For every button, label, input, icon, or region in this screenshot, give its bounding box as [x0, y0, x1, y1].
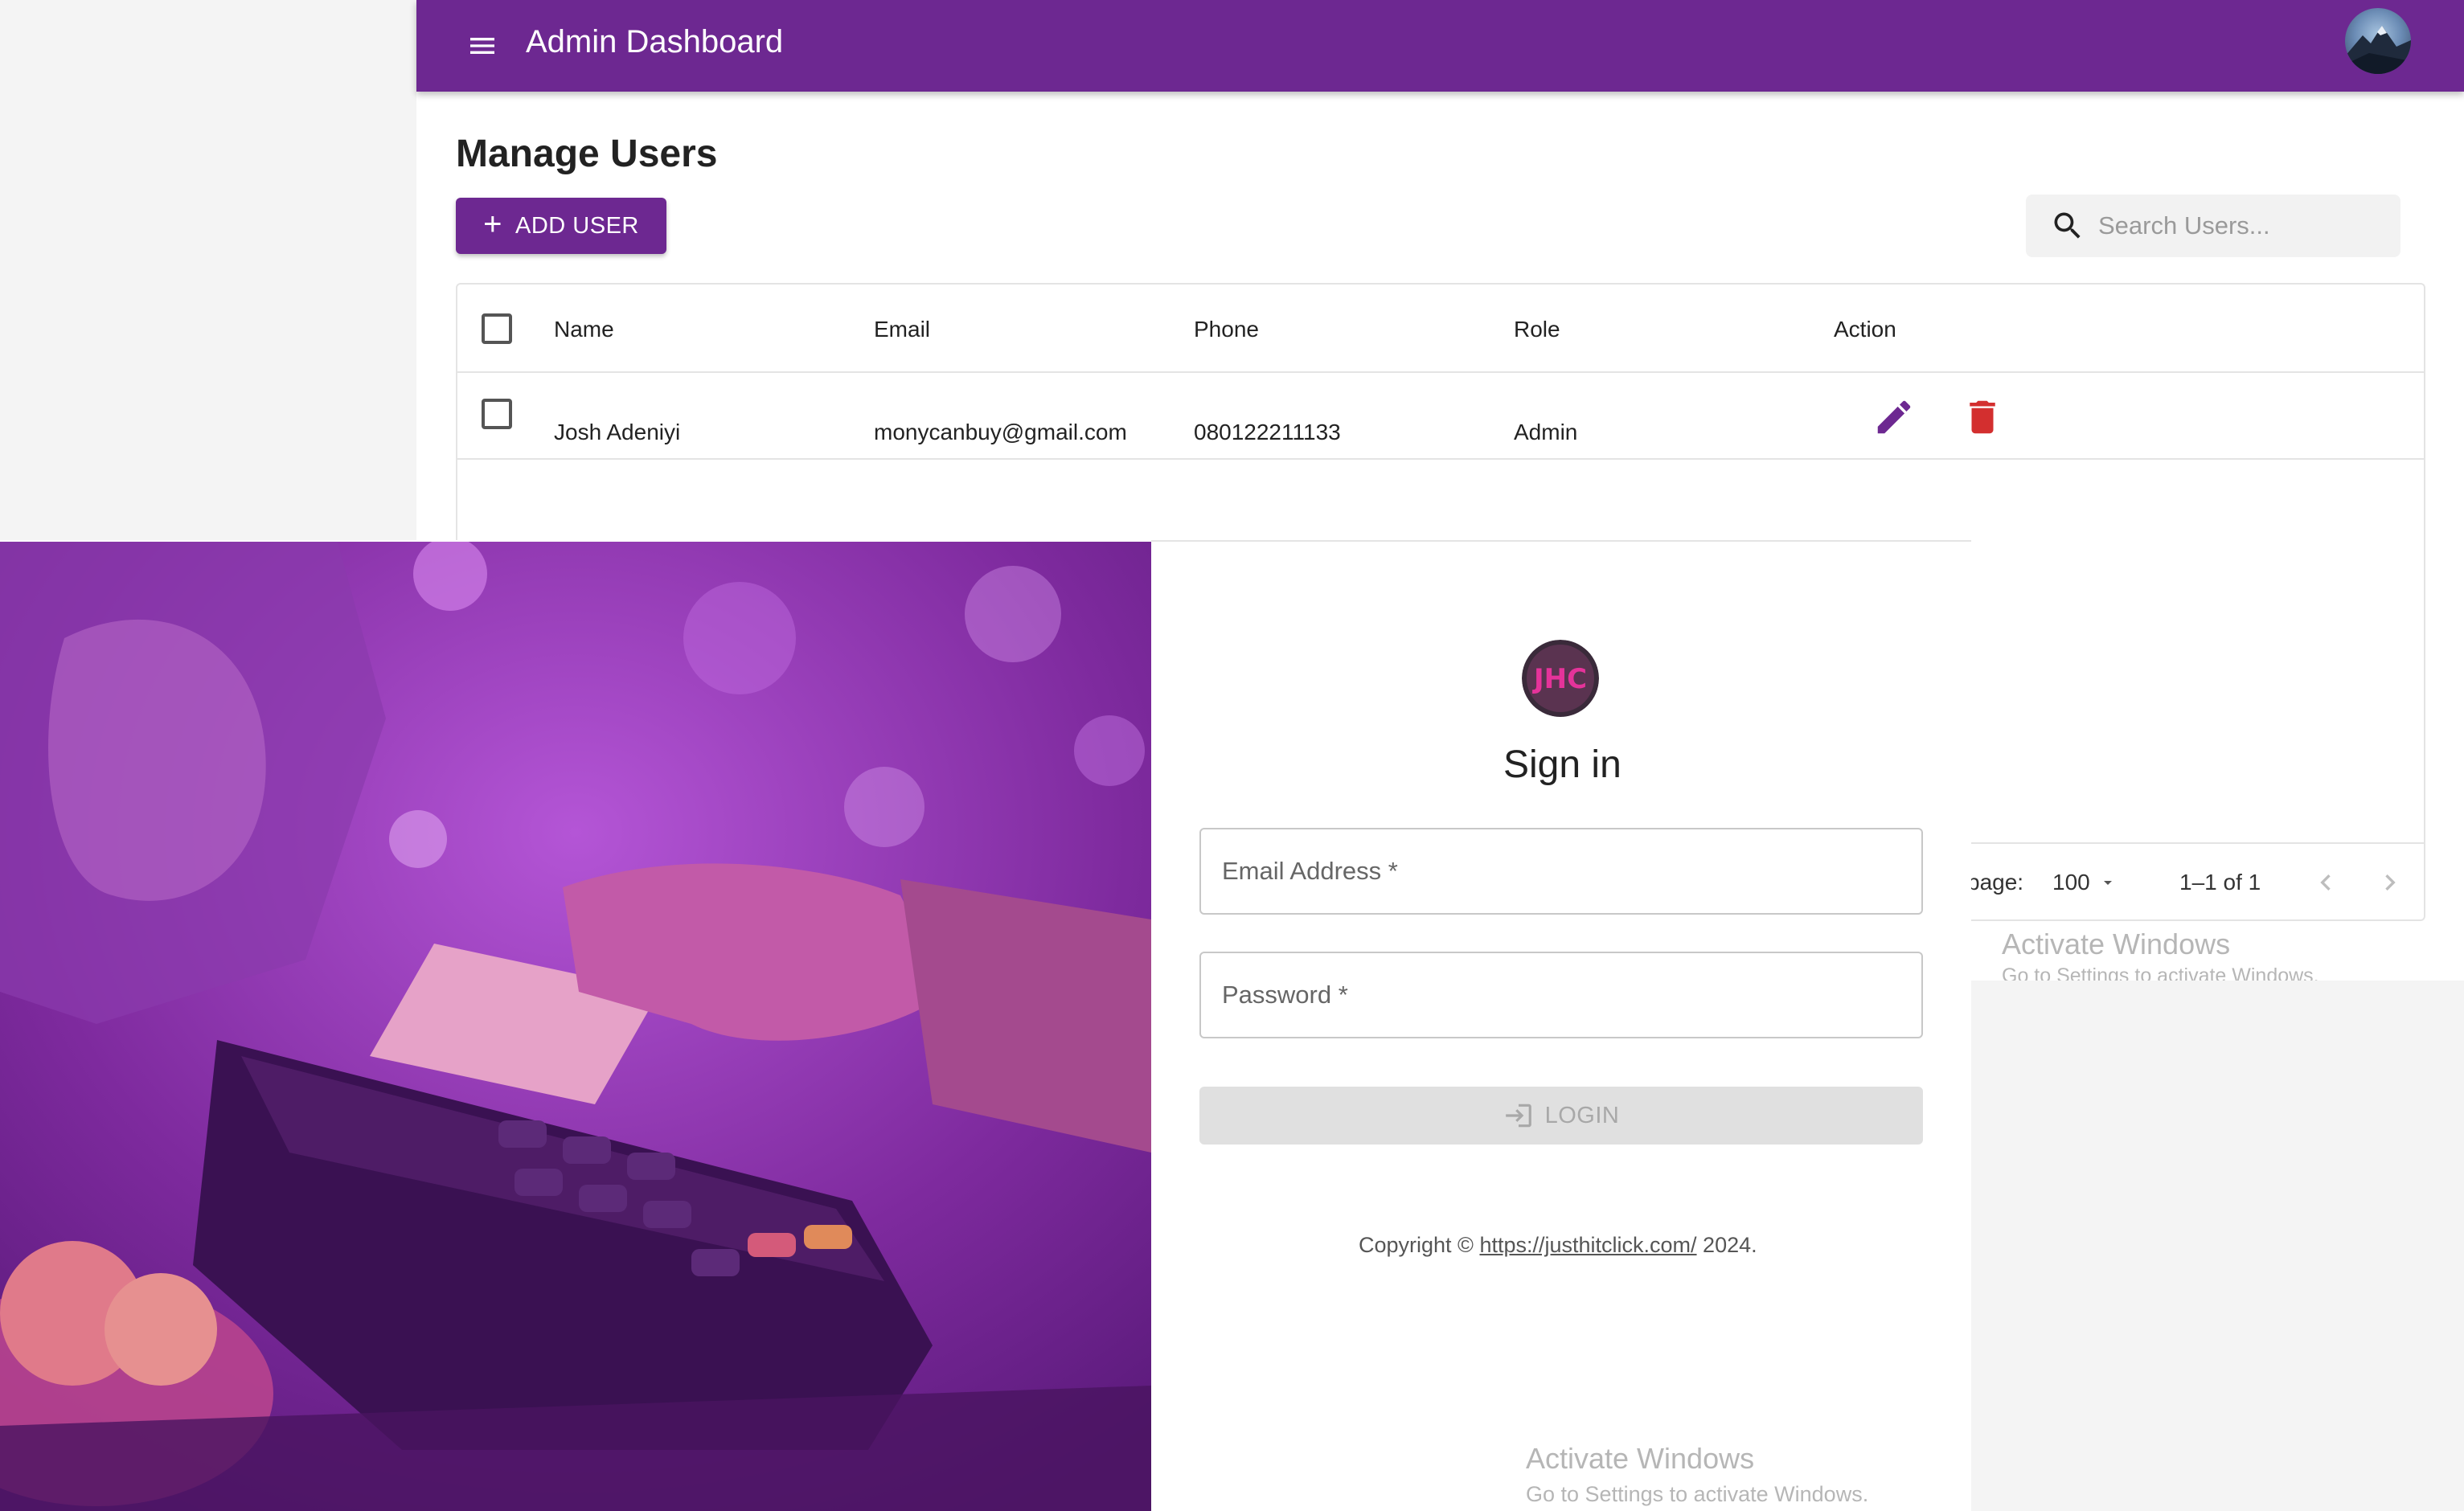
delete-icon[interactable]	[1961, 395, 2004, 439]
chevron-left-icon[interactable]	[2310, 866, 2342, 899]
login-button[interactable]: LOGIN	[1199, 1087, 1923, 1145]
table-row[interactable]: Josh Adeniyi monycanbuy@gmail.com 080122…	[457, 375, 2424, 460]
column-header-role[interactable]: Role	[1514, 317, 1560, 342]
caret-down-icon	[2103, 881, 2112, 885]
svg-text:JHC: JHC	[1532, 663, 1587, 695]
brand-logo: JHC	[1522, 640, 1599, 717]
desktop: Admin Dashboard Manage Users + ADD USER …	[0, 0, 2464, 1511]
login-icon	[1505, 1104, 1531, 1128]
activate-windows-title-2: Activate Windows	[1526, 1442, 1755, 1475]
rows-per-page-select[interactable]: 100	[2052, 870, 2118, 895]
cell-name: Josh Adeniyi	[554, 420, 681, 444]
copyright-suffix: 2024.	[1696, 1233, 1757, 1257]
divider	[1151, 540, 1971, 542]
activate-windows-subtitle: Go to Settings to activate Windows.	[2002, 964, 2319, 982]
cell-phone: 080122211133	[1194, 420, 1341, 444]
avatar[interactable]	[2345, 8, 2411, 74]
menu-icon	[470, 38, 494, 54]
login-label: LOGIN	[1544, 1102, 1620, 1128]
column-header-email[interactable]: Email	[874, 317, 930, 342]
desktop-background	[1971, 981, 2464, 1511]
edit-icon[interactable]	[1872, 395, 1916, 439]
app-title: Admin Dashboard	[526, 24, 784, 59]
page-title: Manage Users	[456, 133, 718, 175]
email-field[interactable]: Email Address *	[1199, 828, 1923, 915]
column-header-phone[interactable]: Phone	[1194, 317, 1259, 342]
app-bar: Admin Dashboard	[416, 0, 2464, 92]
payment-photo	[0, 542, 1151, 1511]
add-user-button[interactable]: + ADD USER	[456, 198, 666, 254]
copyright-prefix: Copyright ©	[1359, 1233, 1480, 1257]
rows-per-page-label: page:	[1967, 870, 2024, 895]
plus-icon: +	[483, 207, 502, 242]
search-icon	[2054, 212, 2081, 239]
column-header-action: Action	[1834, 317, 1896, 342]
cell-email: monycanbuy@gmail.com	[874, 420, 1127, 444]
table-header: Name Email Phone Role Action	[457, 285, 2424, 373]
activate-windows-title: Activate Windows	[2002, 927, 2231, 960]
email-label: Email Address *	[1222, 857, 1398, 885]
menu-button[interactable]	[449, 24, 516, 68]
search-input[interactable]	[2098, 211, 2388, 240]
add-user-label: ADD USER	[515, 212, 639, 239]
pagination-range: 1–1 of 1	[2179, 870, 2261, 895]
signin-title: Sign in	[1503, 743, 1621, 786]
copyright-link[interactable]: https://justhitclick.com/	[1479, 1233, 1696, 1257]
select-all-checkbox[interactable]	[482, 313, 512, 344]
password-field[interactable]: Password *	[1199, 952, 1923, 1038]
password-label: Password *	[1222, 981, 1348, 1009]
row-checkbox[interactable]	[482, 399, 512, 429]
rows-per-page-value: 100	[2052, 870, 2090, 895]
column-header-name[interactable]: Name	[554, 317, 614, 342]
cell-role: Admin	[1514, 420, 1578, 444]
copyright: Copyright © https://justhitclick.com/ 20…	[1359, 1233, 1757, 1258]
activate-windows-subtitle-2: Go to Settings to activate Windows.	[1526, 1482, 1869, 1506]
search-box[interactable]	[2026, 195, 2400, 257]
chevron-right-icon[interactable]	[2374, 866, 2406, 899]
signin-window: JHC Sign in Email Address * Password * L…	[0, 540, 1971, 1511]
